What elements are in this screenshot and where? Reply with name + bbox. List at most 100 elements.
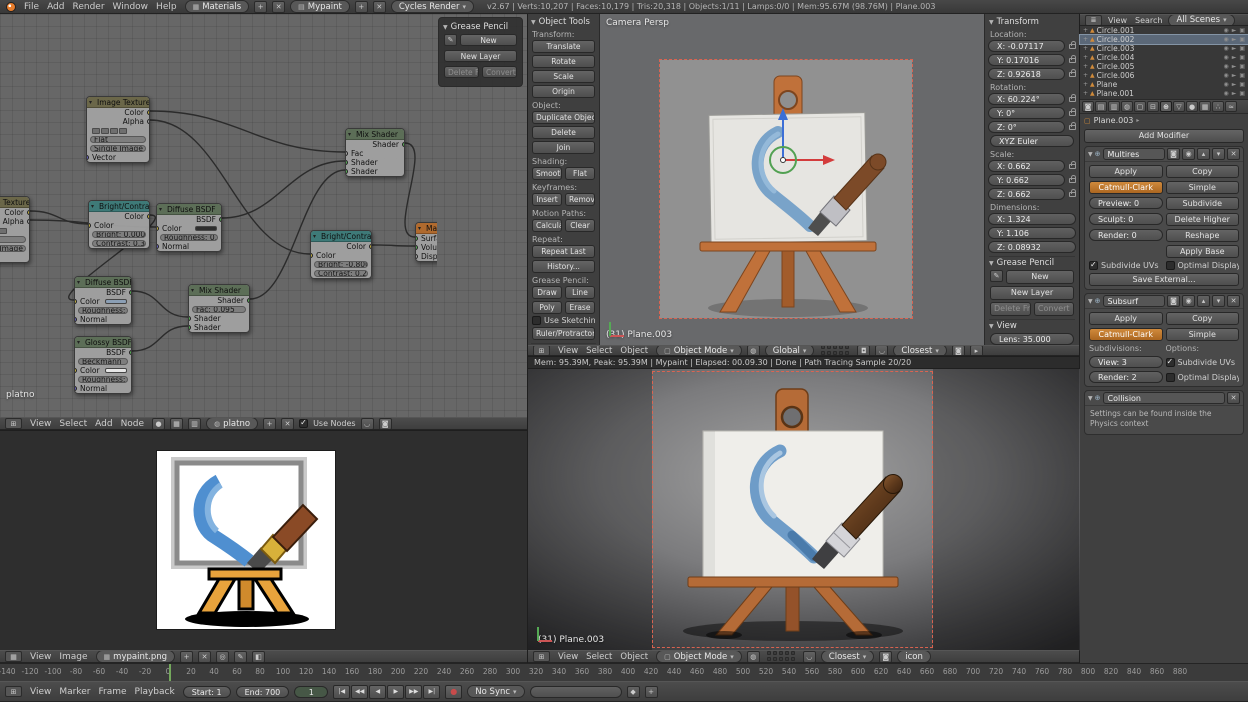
render-opengl-icon[interactable]: ◙ xyxy=(952,345,965,356)
node-row[interactable]: Color xyxy=(75,366,131,375)
node-socket[interactable] xyxy=(369,244,371,249)
eye-icon[interactable]: ◉ xyxy=(1223,54,1228,61)
render-restrict-icon[interactable]: ▣ xyxy=(1239,45,1245,52)
menu-add[interactable]: Add xyxy=(92,419,115,429)
layer-dot[interactable] xyxy=(791,657,795,661)
node-row[interactable]: Single Image xyxy=(87,144,149,153)
node-row[interactable]: Flat xyxy=(87,135,149,144)
node-row[interactable]: Bright: -0.800 xyxy=(311,260,371,269)
node-row[interactable]: Shader xyxy=(189,314,249,323)
node-row[interactable]: Bright: 0.000 xyxy=(89,230,149,239)
node-row[interactable]: BSDF xyxy=(75,288,131,297)
tool-button-origin[interactable]: Origin xyxy=(532,85,595,98)
gp-new-layer-button[interactable]: New Layer xyxy=(444,50,517,62)
node-socket[interactable] xyxy=(189,325,191,330)
node-row[interactable]: Shader xyxy=(346,158,404,167)
render-restrict-icon[interactable]: ▣ xyxy=(1239,54,1245,61)
render-preview-viewport[interactable]: Mem: 95.39M, Peak: 95.39M | Mypaint | El… xyxy=(528,356,1080,663)
np-gp-new-layer-button[interactable]: New Layer xyxy=(990,286,1074,300)
use-nodes-checkbox[interactable] xyxy=(299,419,308,428)
node-socket[interactable] xyxy=(89,223,91,228)
outliner-row-circle-006[interactable]: +▲Circle.006◉►▣ xyxy=(1080,71,1248,80)
tool-button-remove[interactable]: Remove xyxy=(565,193,595,206)
node-header[interactable]: Image Texture xyxy=(0,197,29,208)
node-socket[interactable] xyxy=(147,119,149,124)
pencil-icon[interactable]: ✎ xyxy=(990,270,1003,282)
selectable-icon[interactable]: ► xyxy=(1232,36,1237,43)
lock-icon[interactable] xyxy=(1069,125,1076,130)
viewport-shading-dropdown[interactable]: ◍ xyxy=(747,345,760,356)
node-row[interactable]: Vector xyxy=(87,153,149,162)
scale-field[interactable]: X: 0.662 xyxy=(988,160,1065,172)
layer-dot[interactable] xyxy=(827,345,831,349)
layer-dot[interactable] xyxy=(821,351,825,355)
tool-button-smooth[interactable]: Smooth xyxy=(532,167,562,180)
shader-nodes-icon[interactable]: ● xyxy=(152,418,165,430)
dimensions-field[interactable]: Z: 0.08932 xyxy=(988,241,1076,253)
node-row[interactable]: Normal xyxy=(75,315,131,324)
tool-button-draw[interactable]: Draw xyxy=(532,286,562,299)
outliner-row-circle-005[interactable]: +▲Circle.005◉►▣ xyxy=(1080,62,1248,71)
catmull-clark-button[interactable]: Catmull-Clark xyxy=(1089,328,1163,341)
texture-nodes-icon[interactable]: ▥ xyxy=(188,418,201,430)
scale-field[interactable]: Y: 0.662 xyxy=(988,174,1065,186)
eye-icon[interactable]: ◉ xyxy=(1223,63,1228,70)
menu-view[interactable]: View xyxy=(555,346,581,356)
eye-icon[interactable]: ◉ xyxy=(1223,72,1228,79)
eye-icon[interactable]: ◉ xyxy=(1223,45,1228,52)
preview-field[interactable]: Preview: 0 xyxy=(1089,197,1163,209)
menu-view[interactable]: View xyxy=(27,419,54,429)
dimensions-field[interactable]: X: 1.324 xyxy=(988,213,1076,225)
subdivide-uvs-checkbox[interactable] xyxy=(1089,261,1098,270)
selectable-icon[interactable]: ► xyxy=(1232,81,1237,88)
node-bright-contrast-2[interactable]: Bright/ContrastColorColorBright: -0.800C… xyxy=(310,230,372,279)
render-toggle-icon[interactable]: ◙ xyxy=(1167,148,1180,160)
node-diffuse-bsdf-2[interactable]: Diffuse BSDFBSDFColorRoughness: 0.200Nor… xyxy=(74,276,132,325)
selectable-icon[interactable]: ► xyxy=(1232,27,1237,34)
layer-dot[interactable] xyxy=(773,657,777,661)
render-layers-icon[interactable]: ▥ xyxy=(1108,101,1120,112)
node-socket[interactable] xyxy=(219,217,221,222)
rotation-mode-dropdown[interactable]: XYZ Euler xyxy=(990,135,1074,147)
simple-button[interactable]: Simple xyxy=(1166,181,1240,194)
lock-icon[interactable] xyxy=(1069,164,1076,169)
node-socket[interactable] xyxy=(157,226,159,231)
location-field[interactable]: Y: 0.17016 xyxy=(988,54,1065,66)
layer-dot[interactable] xyxy=(779,657,783,661)
camera-view[interactable] xyxy=(660,60,912,318)
node-row[interactable]: Fac xyxy=(346,149,404,158)
panel-collapse-icon[interactable]: ▼ xyxy=(989,323,994,330)
subdivide-uvs-checkbox[interactable] xyxy=(1166,358,1175,367)
node-socket[interactable] xyxy=(27,219,29,224)
node-row[interactable] xyxy=(0,226,29,235)
current-frame-marker[interactable] xyxy=(169,664,171,681)
lock-icon[interactable] xyxy=(1069,72,1076,77)
snap-icon[interactable]: ◡ xyxy=(361,418,374,430)
expand-icon[interactable]: + xyxy=(1083,63,1088,70)
node-header[interactable]: Material Output xyxy=(416,223,437,234)
add-image-button[interactable]: + xyxy=(180,651,193,663)
editor-type-icon[interactable]: ▦ xyxy=(5,651,22,662)
selectable-icon[interactable]: ► xyxy=(1232,72,1237,79)
node-row[interactable]: Shader xyxy=(189,323,249,332)
lock-icon[interactable] xyxy=(1069,111,1076,116)
expand-icon[interactable]: + xyxy=(1083,36,1088,43)
tool-button-erase[interactable]: Erase xyxy=(565,301,595,314)
render-restrict-icon[interactable]: ▣ xyxy=(1239,81,1245,88)
node-socket[interactable] xyxy=(75,386,77,391)
node-row[interactable]: Flat xyxy=(0,235,29,244)
node-row[interactable]: Color xyxy=(157,224,221,233)
layer-dot[interactable] xyxy=(821,345,825,349)
node-header[interactable]: Bright/Contrast xyxy=(89,201,149,212)
gp-new-button[interactable]: New xyxy=(460,34,517,46)
lock-icon[interactable] xyxy=(1069,178,1076,183)
layer-buttons[interactable] xyxy=(767,650,796,663)
menu-view[interactable]: View xyxy=(555,652,581,662)
outliner-row-circle-002[interactable]: +▲Circle.002◉►▣ xyxy=(1080,35,1248,44)
catmull-clark-button[interactable]: Catmull-Clark xyxy=(1089,181,1163,194)
node-row[interactable]: Color xyxy=(0,208,29,217)
np-gp-new-button[interactable]: New xyxy=(1006,270,1074,284)
rotation-field[interactable]: Y: 0° xyxy=(988,107,1065,119)
node-row[interactable]: Color xyxy=(89,212,149,221)
node-socket[interactable] xyxy=(346,151,348,156)
